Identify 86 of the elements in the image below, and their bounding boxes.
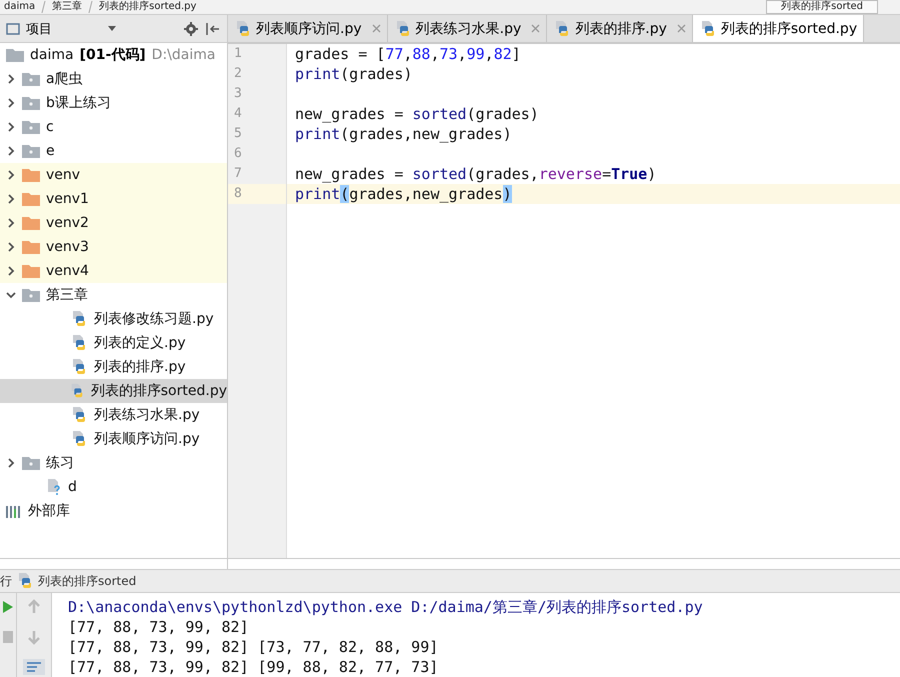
python-file-icon <box>70 430 88 448</box>
chevron-right-icon[interactable] <box>6 242 16 252</box>
tree-item[interactable]: venv1 <box>0 187 227 211</box>
wrap-icon[interactable] <box>23 659 45 675</box>
code-line: grades = [77,88,73,99,82] <box>294 44 522 64</box>
tree-item[interactable]: 列表练习水果.py <box>0 403 227 427</box>
chevron-right-icon[interactable] <box>6 98 16 108</box>
folder-icon <box>22 96 40 110</box>
line-number: 5 <box>233 125 243 143</box>
python-file-icon <box>70 406 88 424</box>
dropdown-icon[interactable] <box>108 26 116 32</box>
tree-item[interactable]: venv3 <box>0 235 227 259</box>
folder-icon <box>6 48 24 62</box>
line-number: 2 <box>233 65 243 83</box>
chevron-right-icon[interactable] <box>6 74 16 84</box>
editor-tab[interactable]: 列表练习水果.py <box>388 15 548 42</box>
chevron-right-icon[interactable] <box>6 146 16 156</box>
python-file-icon <box>70 358 88 376</box>
tree-item[interactable]: venv <box>0 163 227 187</box>
tree-item[interactable]: 练习 <box>0 451 227 475</box>
tree-item[interactable]: venv4 <box>0 259 227 283</box>
folder-icon <box>22 192 40 206</box>
line-number: 6 <box>233 145 243 163</box>
code-line: print(grades,new_grades) <box>294 124 513 144</box>
breadcrumb-item[interactable]: 列表的排序sorted.py <box>99 1 196 13</box>
folder-icon <box>22 240 40 254</box>
python-file-icon <box>234 20 252 38</box>
run-config-label[interactable]: 列表的排序sorted <box>766 0 878 14</box>
line-number: 7 <box>233 165 243 183</box>
chevron-right-icon[interactable] <box>6 194 16 204</box>
tree-item[interactable]: 第三章 <box>0 283 227 307</box>
tree-item[interactable]: 列表的排序.py <box>0 355 227 379</box>
breadcrumb-item[interactable]: daima <box>4 1 36 13</box>
chevron-right-icon[interactable] <box>6 218 16 228</box>
library-icon <box>6 504 22 518</box>
folder-icon <box>22 120 40 134</box>
line-number: 1 <box>233 45 243 63</box>
python-file-icon <box>70 334 88 352</box>
chevron-right-icon[interactable] <box>6 122 16 132</box>
console-line: [77, 88, 73, 99, 82] [73, 77, 82, 88, 99] <box>68 637 440 657</box>
panel-title[interactable]: 项目 <box>26 20 52 38</box>
run-config-name: 列表的排序sorted <box>38 572 136 590</box>
tree-item[interactable]: 列表的定义.py <box>0 331 227 355</box>
python-file-icon <box>68 382 85 400</box>
chevron-right-icon[interactable] <box>6 458 16 468</box>
chevron-down-icon[interactable] <box>6 290 16 300</box>
tree-item[interactable]: c <box>0 115 227 139</box>
python-icon <box>16 572 34 590</box>
tree-item[interactable]: e <box>0 139 227 163</box>
tree-item[interactable]: d <box>0 475 227 499</box>
breadcrumb-item[interactable]: 第三章 <box>52 1 82 13</box>
folder-icon <box>22 288 40 302</box>
tree-item[interactable]: 列表顺序访问.py <box>0 427 227 451</box>
python-file-icon <box>70 310 88 328</box>
folder-icon <box>22 216 40 230</box>
folder-icon <box>22 168 40 182</box>
chevron-right-icon[interactable] <box>6 266 16 276</box>
code-line: print(grades) <box>294 64 414 84</box>
tree-item[interactable]: daima [01-代码] D:\daima <box>0 43 227 67</box>
breadcrumb-separator-icon <box>88 1 94 13</box>
folder-icon <box>22 456 40 470</box>
unknown-file-icon <box>46 478 62 496</box>
chevron-right-icon[interactable] <box>6 170 16 180</box>
console-line: [77, 88, 73, 99, 82] <box>68 617 250 637</box>
tree-item[interactable]: a爬虫 <box>0 67 227 91</box>
panel-title[interactable]: 行 <box>0 572 12 590</box>
console-line: D:\anaconda\envs\pythonlzd\python.exe D:/daima/第三章/列表的排序sorted.py <box>68 597 704 617</box>
window-icon <box>6 22 20 34</box>
code-line: new_grades = sorted(grades) <box>294 104 540 124</box>
tree-item[interactable]: 列表修改练习题.py <box>0 307 227 331</box>
tree-item[interactable]: venv2 <box>0 211 227 235</box>
editor-tab[interactable]: 列表的排序sorted.py <box>692 15 864 42</box>
console-line: [77, 88, 73, 99, 82] [99, 88, 82, 77, 73] <box>68 657 440 677</box>
line-number: 4 <box>233 105 243 123</box>
tree-item[interactable]: 外部库 <box>0 499 227 523</box>
breadcrumb-separator-icon <box>41 1 46 13</box>
tree-item[interactable]: b课上练习 <box>0 91 227 115</box>
run-icon[interactable] <box>3 601 13 613</box>
code-line: new_grades = sorted(grades,reverse=True) <box>294 164 658 184</box>
line-number: 3 <box>233 85 243 103</box>
folder-icon <box>22 264 40 278</box>
folder-icon <box>22 72 40 86</box>
folder-icon <box>22 144 40 158</box>
line-number: 8 <box>228 184 286 204</box>
collapse-icon[interactable] <box>205 22 221 36</box>
tree-item[interactable]: 列表的排序sorted.py <box>0 379 227 403</box>
